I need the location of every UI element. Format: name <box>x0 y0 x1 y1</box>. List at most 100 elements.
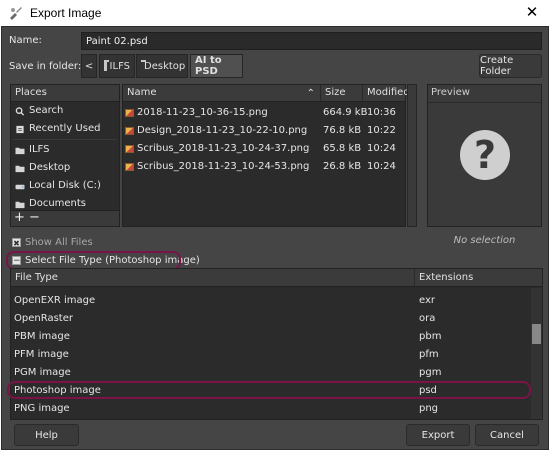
file-size: 65.8 kB <box>323 143 362 154</box>
places-header[interactable]: Places <box>11 85 119 102</box>
file-type-name: OpenRaster <box>14 313 73 324</box>
file-type-row[interactable]: PBM image pbm <box>11 328 531 346</box>
file-type-row[interactable]: PNG image png <box>11 400 531 418</box>
select-file-type-expander[interactable]: − <box>12 256 21 266</box>
places-item-search[interactable]: Search <box>11 102 119 120</box>
recent-icon <box>16 125 24 133</box>
file-modified: 10:36 <box>367 107 396 118</box>
file-type-row[interactable]: OpenEXR image exr <box>11 292 531 310</box>
disk-icon <box>15 184 25 189</box>
file-list: Name ⌃ Size Modified 2018-11-23_10-36-15… <box>122 84 410 227</box>
file-type-name: OpenEXR image <box>14 295 96 306</box>
file-type-extension: pbm <box>419 331 442 342</box>
add-place-icon[interactable]: + <box>14 210 25 225</box>
preview-divider <box>428 102 541 103</box>
help-button[interactable]: Help <box>14 424 79 446</box>
breadcrumb-desktop[interactable]: Desktop <box>136 54 188 78</box>
breadcrumb-label: AI to PSD <box>195 55 222 77</box>
file-type-extension: psd <box>419 385 437 396</box>
chevron-left-icon: < <box>84 60 94 72</box>
file-list-scrollbar[interactable] <box>407 84 417 227</box>
places-item-label: Search <box>29 105 64 116</box>
places-item-label: Local Disk (C:) <box>29 180 101 191</box>
places-item-label: Desktop <box>29 162 71 173</box>
file-type-row[interactable]: PFM image pfm <box>11 346 531 364</box>
file-size: 664.9 kB <box>323 107 368 118</box>
filename-input[interactable] <box>81 32 542 50</box>
file-type-name: PBM image <box>14 331 70 342</box>
create-folder-button[interactable]: Create Folder <box>479 54 542 78</box>
file-list-header: Name ⌃ Size Modified <box>123 85 410 102</box>
places-item-label: ILFS <box>29 144 50 155</box>
breadcrumb-ilfs[interactable]: ILFS <box>99 54 135 78</box>
file-type-extension: pfm <box>419 349 439 360</box>
column-name-header[interactable]: Name ⌃ <box>123 85 321 102</box>
sort-ascending-icon: ⌃ <box>306 88 315 99</box>
file-type-row[interactable]: OpenRaster ora <box>11 310 531 328</box>
places-separator <box>13 139 117 140</box>
file-type-table: File Type Extensions OpenEXR image exr O… <box>10 268 543 420</box>
preview-status: No selection <box>453 235 516 246</box>
file-type-extension: exr <box>419 295 436 306</box>
file-modified: 10:24 <box>367 143 396 154</box>
file-type-name: PFM image <box>14 349 69 360</box>
file-modified: 10:24 <box>367 161 396 172</box>
file-modified: 10:22 <box>367 125 396 136</box>
close-icon[interactable]: ✕ <box>524 4 540 20</box>
file-row[interactable]: Design_2018-11-23_10-22-10.png 76.8 kB 1… <box>123 122 405 140</box>
file-type-extension: pgm <box>419 367 442 378</box>
breadcrumb-label: ILFS <box>109 60 130 72</box>
places-item-local-disk[interactable]: Local Disk (C:) <box>11 177 119 195</box>
file-type-name: PNG image <box>14 403 70 414</box>
breadcrumb-label: Desktop <box>144 60 186 72</box>
file-type-scrollbar[interactable] <box>531 288 542 419</box>
file-type-row[interactable]: PGM image pgm <box>11 364 531 382</box>
file-size: 76.8 kB <box>323 125 362 136</box>
places-item-label: Recently Used <box>29 123 101 134</box>
file-type-name: Photoshop image <box>14 385 101 396</box>
file-row[interactable]: 2018-11-23_10-36-15.png 664.9 kB 10:36 <box>123 104 405 122</box>
cancel-button[interactable]: Cancel <box>475 424 539 446</box>
column-size-header[interactable]: Size <box>321 85 363 102</box>
column-modified-header[interactable]: Modified <box>363 85 410 102</box>
column-file-type-header[interactable]: File Type <box>11 269 415 286</box>
save-in-folder-label: Save in folder: <box>9 61 82 72</box>
scrollbar-thumb[interactable] <box>532 324 541 344</box>
preview-panel: Preview ? No selection <box>427 84 542 246</box>
window-title: Export Image <box>30 6 102 20</box>
show-all-files-checkbox[interactable]: ✖ <box>12 238 21 248</box>
file-type-table-header: File Type Extensions <box>11 269 542 287</box>
show-all-files-label: Show All Files <box>25 237 93 248</box>
places-item-recently-used[interactable]: Recently Used <box>11 120 119 138</box>
file-type-extension: png <box>419 403 439 414</box>
preview-title: Preview <box>431 87 470 98</box>
breadcrumb-back-button[interactable]: < <box>81 54 97 78</box>
export-dialog: Name: Save in folder: < ILFS Desktop AI … <box>1 26 549 450</box>
places-item-desktop[interactable]: Desktop <box>11 159 119 177</box>
file-row[interactable]: Scribus_2018-11-23_10-24-53.png 26.8 kB … <box>123 158 405 176</box>
file-type-name: PGM image <box>14 367 71 378</box>
folder-icon <box>15 165 25 172</box>
image-file-icon <box>125 145 134 153</box>
file-name: 2018-11-23_10-36-15.png <box>137 107 268 118</box>
places-toolbar: + − <box>10 210 120 227</box>
file-type-row-selected[interactable]: Photoshop image psd <box>11 382 531 400</box>
breadcrumb-ai-to-psd[interactable]: AI to PSD <box>190 54 243 78</box>
file-row[interactable]: Scribus_2018-11-23_10-24-37.png 65.8 kB … <box>123 140 405 158</box>
name-label: Name: <box>9 35 42 46</box>
file-name: Design_2018-11-23_10-22-10.png <box>137 125 308 136</box>
column-extensions-header[interactable]: Extensions <box>415 269 542 286</box>
file-name: Scribus_2018-11-23_10-24-37.png <box>137 143 310 154</box>
folder-icon <box>15 201 25 208</box>
title-bar: Export Image ✕ <box>0 0 550 26</box>
places-item-ilfs[interactable]: ILFS <box>11 141 119 159</box>
export-button[interactable]: Export <box>406 424 470 446</box>
select-file-type-label: Select File Type (Photoshop image) <box>25 255 200 266</box>
gimp-app-icon <box>10 7 22 20</box>
remove-place-icon[interactable]: − <box>29 210 40 225</box>
image-file-icon <box>125 163 134 171</box>
file-type-extension: ora <box>419 313 436 324</box>
search-icon <box>15 106 25 116</box>
places-panel: Places Search Recently Used ILFS Desktop… <box>10 84 120 214</box>
folder-icon <box>104 59 109 71</box>
